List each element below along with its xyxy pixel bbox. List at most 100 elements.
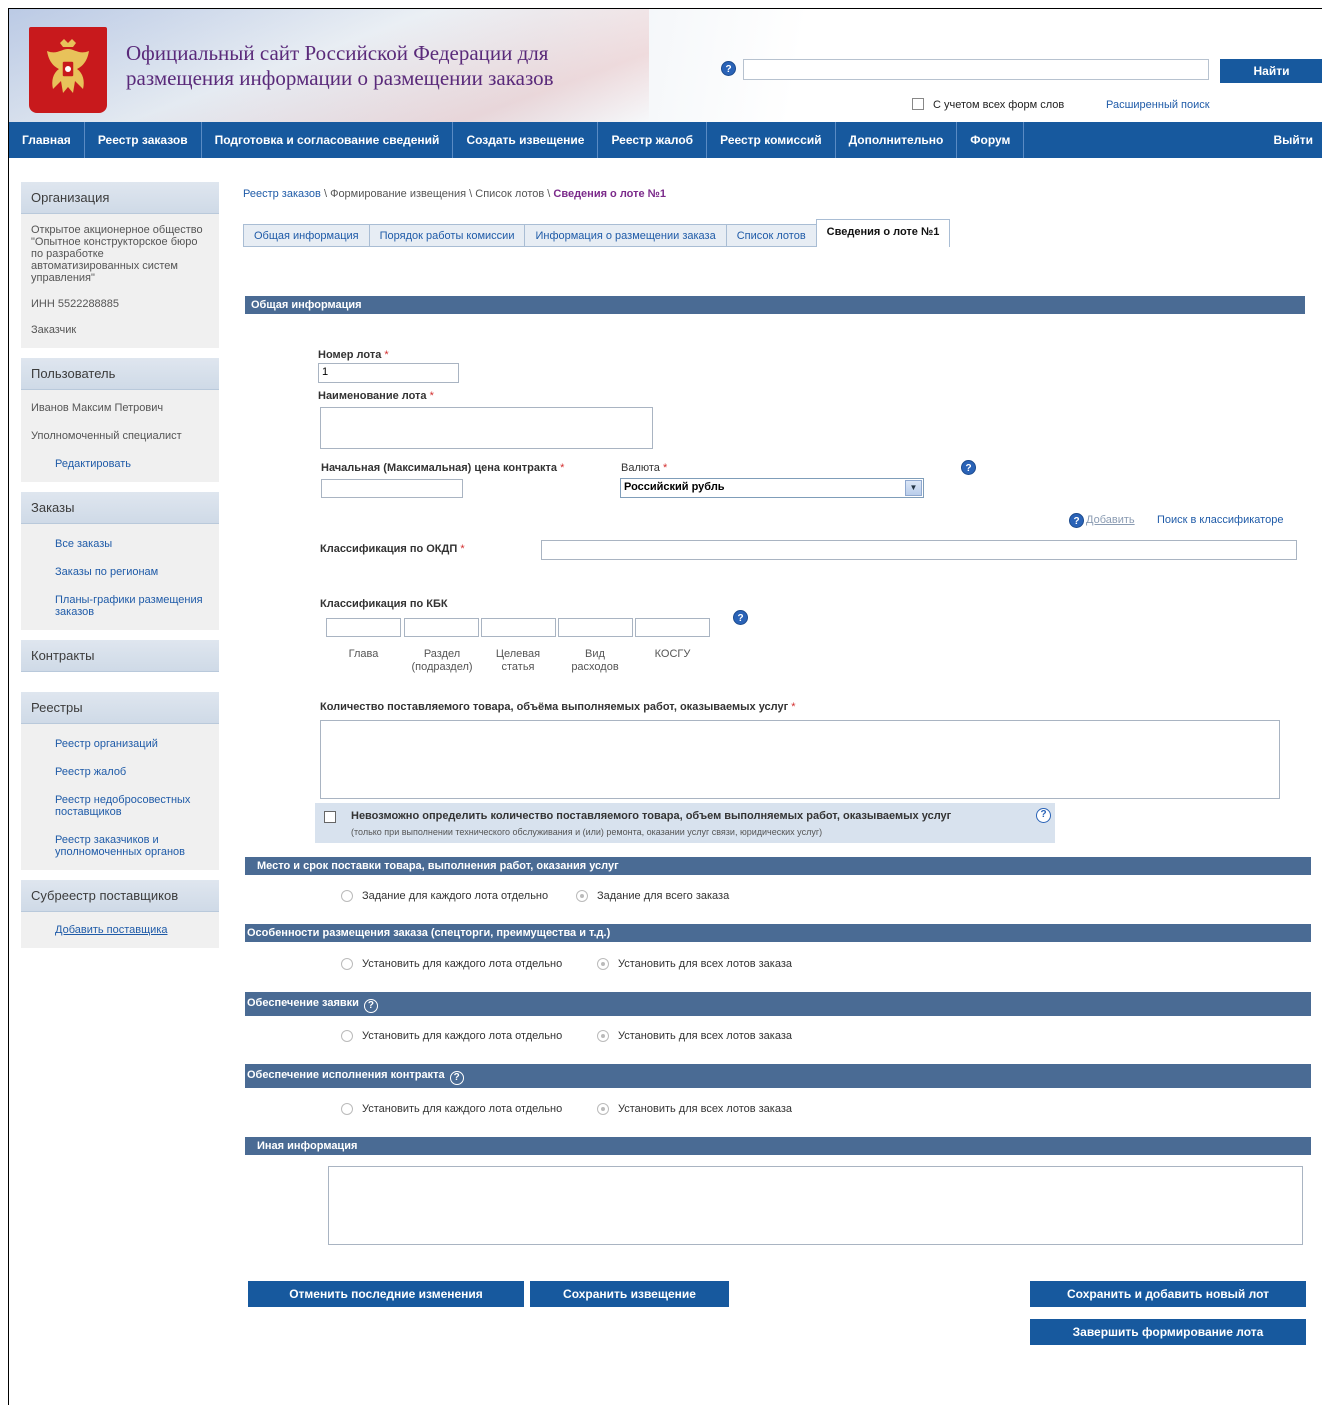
place-radio-all[interactable]: [576, 890, 588, 902]
kbk-target-input[interactable]: [481, 618, 556, 637]
features-radio-each[interactable]: [341, 958, 353, 970]
sidebar-item-add-supplier[interactable]: Добавить поставщика: [21, 912, 219, 948]
kbk-col-expense: Вид расходов: [571, 648, 619, 673]
currency-label: Валюта *: [621, 462, 668, 474]
nav-item-home[interactable]: Главная: [9, 122, 85, 158]
contract-radio-each-label: Установить для каждого лота отдельно: [362, 1103, 563, 1115]
org-inn: ИНН 5522288885: [31, 298, 120, 310]
features-radio-all[interactable]: [597, 958, 609, 970]
contract-radio-each[interactable]: [341, 1103, 353, 1115]
nav-item-forum[interactable]: Форум: [957, 122, 1025, 158]
nav-item-create-notice[interactable]: Создать извещение: [453, 122, 599, 158]
site-title-line1: Официальный сайт Российской Федерации дл…: [126, 41, 549, 65]
word-forms-checkbox[interactable]: [912, 98, 924, 110]
tab-placement[interactable]: Информация о размещении заказа: [524, 224, 726, 247]
currency-select-value: Российский рубль: [624, 481, 725, 493]
add-okdp-link[interactable]: Добавить: [1086, 514, 1135, 526]
bid-radio-each[interactable]: [341, 1030, 353, 1042]
qty-help-icon[interactable]: ?: [1036, 808, 1051, 823]
place-radio-each[interactable]: [341, 890, 353, 902]
section-other: Иная информация: [245, 1137, 1311, 1155]
org-name: Открытое акционерное общество "Опытное к…: [31, 224, 203, 284]
search-button[interactable]: Найти: [1220, 59, 1322, 83]
kbk-kosgu-input[interactable]: [635, 618, 710, 637]
eagle-icon: [47, 39, 89, 93]
contract-radio-all[interactable]: [597, 1103, 609, 1115]
qty-note: (только при выполнении технического обсл…: [351, 827, 823, 837]
qty-undetermined-label: Невозможно определить количество поставл…: [351, 810, 952, 822]
bid-radio-all-label: Установить для всех лотов заказа: [618, 1030, 793, 1042]
sidebar-item-all-orders[interactable]: Все заказы: [21, 524, 219, 554]
nav-item-exit[interactable]: Выйти: [1260, 122, 1322, 158]
sidebar-item-orders-by-region[interactable]: Заказы по регионам: [21, 554, 219, 582]
page-frame: Официальный сайт Российской Федерации дл…: [8, 8, 1322, 1405]
lot-name-label: Наименование лота *: [318, 390, 434, 402]
sidebar-item-unfair-suppliers[interactable]: Реестр недобросовестных поставщиков: [21, 782, 219, 822]
kbk-col-chapter: Глава: [348, 648, 379, 660]
other-info-textarea[interactable]: [328, 1166, 1303, 1245]
tab-lot-details[interactable]: Сведения о лоте №1: [815, 219, 951, 247]
search-input[interactable]: [743, 59, 1209, 80]
nav-item-complaints[interactable]: Реестр жалоб: [598, 122, 708, 158]
nav-item-commissions[interactable]: Реестр комиссий: [707, 122, 836, 158]
finish-lot-button[interactable]: Завершить формирование лота: [1030, 1319, 1306, 1345]
qty-undetermined-box: Невозможно определить количество поставл…: [315, 803, 1055, 843]
currency-select[interactable]: Российский рубль ▼: [620, 478, 924, 498]
breadcrumb-current: Сведения о лоте №1: [553, 188, 667, 200]
bid-security-help-icon[interactable]: ?: [363, 999, 378, 1013]
save-notice-button[interactable]: Сохранить извещение: [530, 1281, 729, 1307]
sidebar-item-edit[interactable]: Редактировать: [21, 446, 219, 482]
chevron-down-icon[interactable]: ▼: [905, 480, 922, 496]
sidebar: Организация Открытое акционерное обществ…: [21, 182, 219, 948]
advanced-search-link[interactable]: Расширенный поиск: [1106, 99, 1210, 111]
lot-name-textarea[interactable]: [320, 407, 653, 449]
okdp-label: Классификация по ОКДП *: [320, 543, 465, 555]
price-input[interactable]: [321, 479, 463, 498]
section-place: Место и срок поставки товара, выполнения…: [245, 857, 1311, 875]
user-role: Уполномоченный специалист: [31, 430, 182, 442]
kbk-section-input[interactable]: [404, 618, 479, 637]
sidebar-item-complaints-registry[interactable]: Реестр жалоб: [21, 754, 219, 782]
sidebar-head-contracts[interactable]: Контракты: [21, 640, 219, 672]
tab-lots[interactable]: Список лотов: [725, 224, 816, 247]
sidebar-item-customers-registry[interactable]: Реестр заказчиков и уполномоченных орган…: [21, 822, 219, 870]
contract-security-help-icon[interactable]: ?: [449, 1071, 464, 1085]
save-add-lot-button[interactable]: Сохранить и добавить новый лот: [1030, 1281, 1306, 1307]
qty-textarea[interactable]: [320, 720, 1280, 799]
nav-item-additional[interactable]: Дополнительно: [836, 122, 958, 158]
contract-radio-all-label: Установить для всех лотов заказа: [618, 1103, 793, 1115]
tab-commission[interactable]: Порядок работы комиссии: [368, 224, 525, 247]
currency-help-icon[interactable]: ?: [961, 460, 976, 475]
kbk-help-icon[interactable]: ?: [733, 610, 748, 625]
tab-bar: Общая информация Порядок работы комиссии…: [243, 219, 951, 247]
features-radio-all-label: Установить для всех лотов заказа: [618, 958, 793, 970]
sidebar-head-orders: Заказы: [21, 492, 219, 524]
sidebar-item-plans[interactable]: Планы-графики размещения заказов: [21, 582, 219, 630]
sidebar-item-org-registry[interactable]: Реестр организаций: [21, 724, 219, 754]
site-title: Официальный сайт Российской Федерации дл…: [126, 41, 554, 91]
nav-item-preparation[interactable]: Подготовка и согласование сведений: [202, 122, 454, 158]
bid-radio-each-label: Установить для каждого лота отдельно: [362, 1030, 563, 1042]
breadcrumb-link-orders[interactable]: Реестр заказов: [243, 188, 321, 200]
site-title-line2: размещения информации о размещении заказ…: [126, 66, 554, 90]
bid-radio-all[interactable]: [597, 1030, 609, 1042]
word-forms-label: С учетом всех форм слов: [933, 99, 1065, 111]
sidebar-head-user: Пользователь: [21, 358, 219, 390]
kbk-label: Классификация по КБК: [320, 598, 448, 610]
kbk-chapter-input[interactable]: [326, 618, 401, 637]
section-features: Особенности размещения заказа (спецторги…: [245, 924, 1311, 942]
lot-number-input[interactable]: 1: [318, 363, 459, 383]
qty-undetermined-checkbox[interactable]: [324, 811, 336, 823]
price-label: Начальная (Максимальная) цена контракта …: [321, 462, 565, 474]
nav-item-orders-registry[interactable]: Реестр заказов: [85, 122, 202, 158]
okdp-help-icon[interactable]: ?: [1069, 513, 1084, 528]
classifier-search-link[interactable]: Поиск в классификаторе: [1157, 514, 1283, 526]
site-header: Официальный сайт Российской Федерации дл…: [9, 9, 1322, 122]
okdp-input[interactable]: [541, 540, 1297, 560]
section-bid-security: Обеспечение заявки ?: [245, 992, 1311, 1016]
cancel-changes-button[interactable]: Отменить последние изменения: [248, 1281, 524, 1307]
kbk-expense-input[interactable]: [558, 618, 633, 637]
place-radio-all-label: Задание для всего заказа: [597, 890, 730, 902]
help-icon[interactable]: ?: [721, 61, 736, 76]
tab-general[interactable]: Общая информация: [243, 224, 369, 247]
